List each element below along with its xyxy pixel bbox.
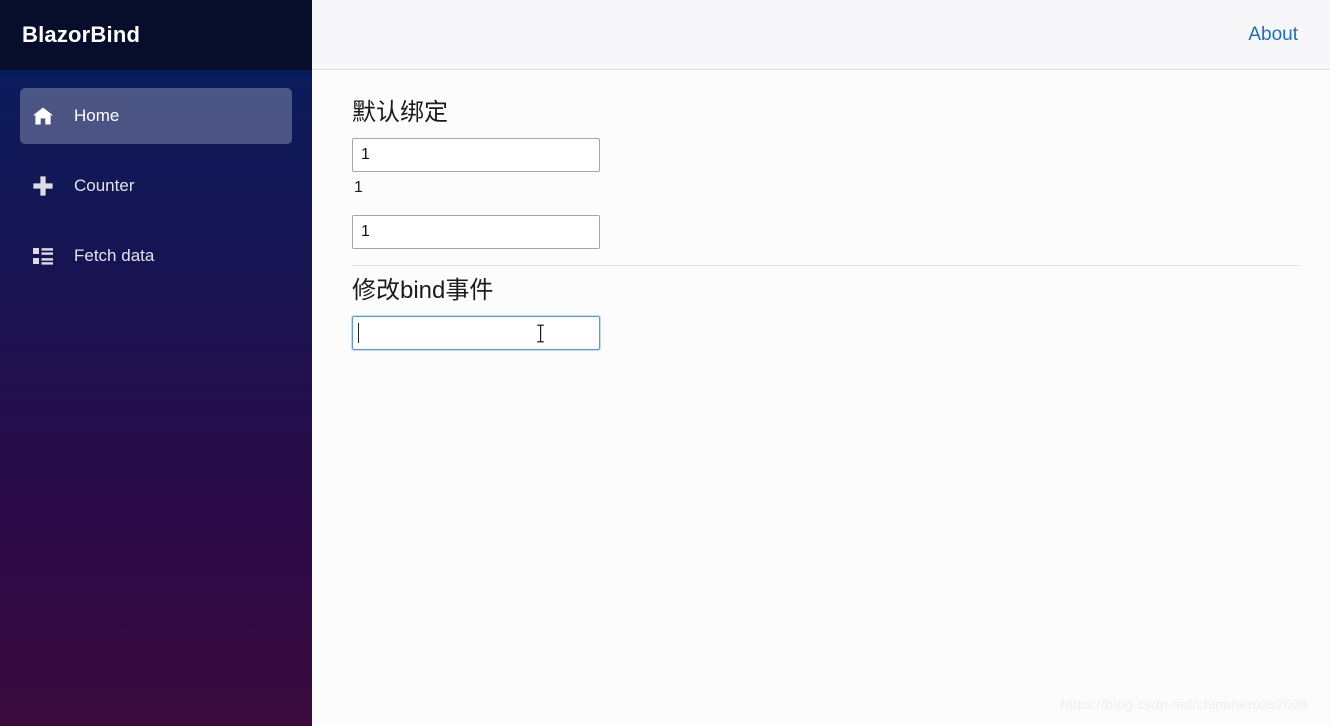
- sidebar-item-fetch-data[interactable]: Fetch data: [20, 228, 292, 284]
- plus-icon: [32, 174, 62, 198]
- default-binding-echo-value: 1: [354, 179, 363, 196]
- watermark-text: https://blog.csdn.net/chinaherolts2008: [1060, 696, 1308, 712]
- about-link[interactable]: About: [1248, 24, 1298, 46]
- default-binding-field-one-wrap: [352, 138, 602, 172]
- brand-title: BlazorBind: [22, 22, 141, 47]
- bind-event-field-wrap: [352, 316, 602, 351]
- sidebar-item-label: Home: [74, 106, 120, 125]
- default-binding-field-two-wrap: [352, 215, 602, 250]
- home-icon: [32, 104, 62, 128]
- top-row: About: [312, 0, 1330, 70]
- default-binding-input-one[interactable]: [352, 138, 600, 172]
- sidebar-item-home[interactable]: Home: [20, 88, 292, 144]
- section-heading-default-binding: 默认绑定: [352, 99, 448, 126]
- list-icon: [32, 244, 62, 268]
- default-binding-input-two[interactable]: [352, 215, 600, 250]
- sidebar-item-label: Counter: [74, 176, 135, 195]
- main-area: About 默认绑定 1 修改bind事件: [312, 0, 1330, 726]
- section-heading-bind-event: 修改bind事件: [352, 277, 494, 305]
- brand-header[interactable]: BlazorBind: [0, 0, 312, 70]
- page-content: 默认绑定 1 修改bind事件: [312, 70, 1330, 726]
- text-caret: [358, 323, 359, 344]
- section-divider: [352, 265, 1300, 267]
- sidebar-nav: Home Counter Fetch data: [0, 70, 312, 284]
- bind-event-input[interactable]: [352, 316, 600, 351]
- sidebar-item-label: Fetch data: [74, 246, 155, 265]
- sidebar: BlazorBind Home Counter Fetch data: [0, 0, 312, 726]
- sidebar-item-counter[interactable]: Counter: [20, 158, 292, 214]
- app-root: BlazorBind Home Counter Fetch data About…: [0, 0, 1330, 726]
